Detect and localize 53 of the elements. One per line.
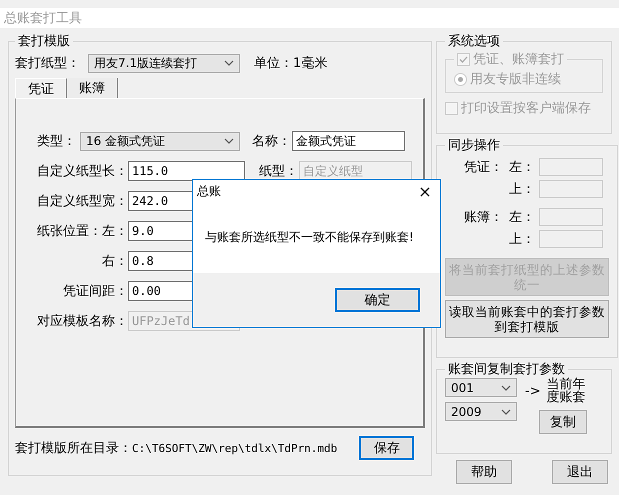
checkbox-label: 打印设置按客户端保存 <box>461 100 591 117</box>
chevron-down-icon <box>501 384 511 390</box>
copy-button[interactable]: 复制 <box>538 410 587 434</box>
field-label: 套打纸型： <box>15 55 80 72</box>
group-title: 账套间复制套打参数 <box>447 361 566 377</box>
chevron-down-icon <box>501 408 511 414</box>
field-label: 凭证： <box>463 159 503 177</box>
save-button[interactable]: 保存 <box>359 436 414 460</box>
field-label: 上： <box>509 181 535 198</box>
type-dropdown[interactable]: 16 金额式凭证 <box>80 132 240 150</box>
field-label: 左： <box>509 159 535 176</box>
footer-button[interactable]: 帮助 <box>456 460 512 484</box>
paper-type-dropdown[interactable]: 用友7.1版连续套打 <box>88 54 240 72</box>
close-button[interactable]: × <box>410 180 440 202</box>
group-title: 套打模版 <box>17 33 71 50</box>
field-label: 类型： <box>36 133 76 150</box>
checkbox-label: 凭证、账簿套打 <box>473 51 564 68</box>
action-button[interactable]: 读取当前账套中的套打参数到套打模版 <box>445 300 609 338</box>
chevron-down-icon <box>224 60 234 66</box>
field-label: 上： <box>509 231 535 248</box>
radio-label: 用友专版非连续 <box>470 71 561 88</box>
field-label: 名称： <box>252 133 292 150</box>
path-text: C:\T6SOFT\ZW\rep\tdlx\TdPrn.mdb <box>132 442 338 454</box>
input-field[interactable]: 金额式凭证 <box>292 131 405 151</box>
field-label: 对应模板名称： <box>36 313 128 330</box>
input-field <box>539 208 603 226</box>
window-title: 总账套打工具 <box>4 10 82 27</box>
account-dropdown[interactable]: 001 <box>445 378 517 397</box>
target-label: 当前年度账套 <box>546 378 587 404</box>
tab[interactable]: 账簿 <box>67 78 118 98</box>
input-field[interactable]: 115.0 <box>128 161 245 181</box>
unit-label: 单位：1毫米 <box>254 55 328 72</box>
field-label: 凭证间距： <box>62 283 128 300</box>
path-label: 套打模版所在目录： <box>15 440 132 457</box>
field-label: 自定义纸型长： <box>36 163 128 180</box>
input-field <box>539 230 603 248</box>
field-label: 纸型： <box>259 163 299 180</box>
tab[interactable]: 凭证 <box>15 78 67 98</box>
field-label: 纸张位置：左： <box>36 223 128 240</box>
input-field <box>539 158 603 176</box>
chevron-down-icon <box>224 138 234 144</box>
input-field: 自定义纸型 <box>299 161 412 181</box>
field-label: 左： <box>509 209 535 226</box>
field-label: 右： <box>101 253 128 270</box>
field-label: 账簿： <box>463 209 503 227</box>
arrow-text: -> <box>525 384 541 398</box>
field-label: 自定义纸型宽： <box>36 193 128 210</box>
input-field <box>539 180 603 198</box>
footer-button[interactable]: 退出 <box>552 460 608 484</box>
year-dropdown[interactable]: 2009 <box>445 402 517 421</box>
ok-button[interactable]: 确定 <box>335 288 420 312</box>
group-title: 系统选项 <box>447 33 501 50</box>
group-title: 同步操作 <box>447 137 501 154</box>
